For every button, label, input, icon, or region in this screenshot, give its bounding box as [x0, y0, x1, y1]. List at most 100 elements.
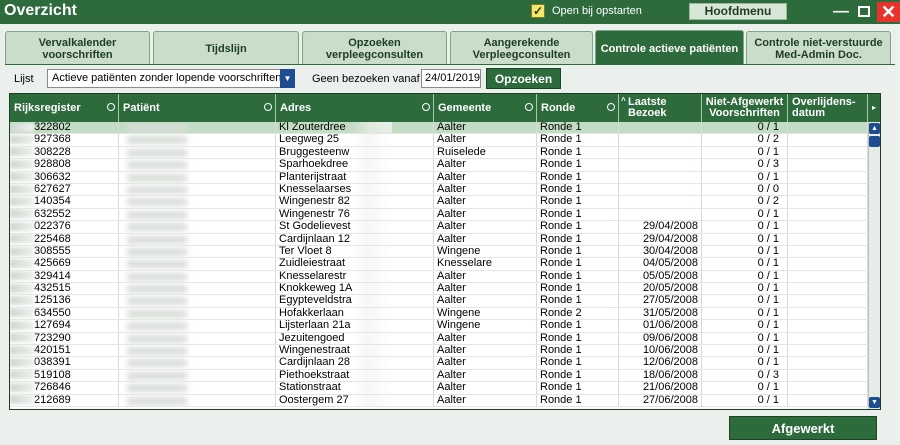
table-row[interactable]: 420151 Wingenestraat Aalter Ronde 1 10/06/20…	[10, 345, 868, 358]
cell-laatste-bezoek: 20/05/2008	[619, 283, 702, 295]
cell-patient	[119, 270, 276, 283]
tab-controle-actieve-patienten[interactable]: Controle actieve patiënten	[595, 30, 744, 65]
table-row[interactable]: 140354 Wingenestr 82 Aalter Ronde 1 0 / 2	[10, 196, 868, 209]
cell-niet-afgewerkt: 0 / 1	[702, 307, 788, 320]
col-overlijdensdatum[interactable]: Overlijdens-datum	[788, 94, 868, 122]
table-row[interactable]: 632552 Wingenestr 76 Aalter Ronde 1 0 / 1	[10, 208, 868, 222]
tab-vervalkalender[interactable]: Vervalkalender voorschriften	[5, 31, 150, 65]
cell-gemeente: Aalter	[434, 159, 537, 171]
table-row[interactable]: 627627 Knesselaarses Aalter Ronde 1 0 / 0	[10, 183, 868, 197]
cell-ronde: Ronde 1	[537, 357, 619, 369]
cell-adres: Leegweg 25	[276, 134, 434, 146]
table-row[interactable]: 927368 Leegweg 25 Aalter Ronde 1 0 / 2	[10, 134, 868, 147]
table-row[interactable]: 322802 Kl Zouterdree Aalter Ronde 1 0 / 1	[10, 122, 868, 135]
col-patient[interactable]: Patiënt	[119, 94, 276, 122]
redacted-name	[127, 148, 187, 157]
table-row[interactable]: 329414 Knesselarestr Aalter Ronde 1 05/05/20…	[10, 270, 868, 284]
table-row[interactable]: 634550 Hofakkerlaan Wingene Ronde 2 31/05/20…	[10, 307, 868, 321]
cell-ronde: Ronde 2	[537, 307, 619, 320]
search-icon[interactable]	[107, 103, 115, 114]
cell-niet-afgewerkt: 0 / 2	[702, 196, 788, 208]
search-button[interactable]: Opzoeken	[486, 68, 561, 89]
cell-laatste-bezoek: 27/05/2008	[619, 295, 702, 307]
cell-ronde: Ronde 1	[537, 233, 619, 245]
scroll-thumb[interactable]	[869, 136, 880, 147]
list-select[interactable]: Actieve patiënten zonder lopende voorsch…	[47, 69, 295, 88]
table-row[interactable]: 022376 St Godelievest Aalter Ronde 1 29/04/2…	[10, 221, 868, 234]
table-row[interactable]: 723290 Jezuitengoed Aalter Ronde 1 09/06/200…	[10, 332, 868, 346]
table-row[interactable]: 432515 Knokkeweg 1A Aalter Ronde 1 20/05/200…	[10, 283, 868, 296]
cell-rijksregister: 225468	[10, 233, 119, 245]
cell-overlijdensdatum	[788, 283, 868, 295]
cell-gemeente: Aalter	[434, 270, 537, 283]
close-icon[interactable]: ✕	[877, 2, 900, 22]
cell-patient	[119, 171, 276, 183]
minimize-icon[interactable]: —	[831, 2, 851, 22]
table-row[interactable]: 519108 Piethoekstraat Aalter Ronde 1 18/06/2…	[10, 369, 868, 383]
search-icon[interactable]	[607, 103, 615, 114]
cell-patient	[119, 208, 276, 221]
table-row[interactable]: 212689 Oostergem 27 Aalter Ronde 1 27/06/200…	[10, 394, 868, 407]
tab-controle-niet-verstuurde[interactable]: Controle niet-verstuurde Med-Admin Doc.	[746, 31, 891, 65]
cell-gemeente: Aalter	[434, 183, 537, 196]
redacted-prefix	[10, 345, 34, 355]
open-at-startup-checkbox[interactable]: ✓	[531, 4, 545, 18]
scroll-up-icon[interactable]: ▲	[869, 123, 880, 134]
cell-overlijdensdatum	[788, 245, 868, 258]
table-row[interactable]: 726846 Stationstraat Aalter Ronde 1 21/06/20…	[10, 382, 868, 395]
search-icon[interactable]	[422, 103, 430, 114]
table-row[interactable]: 928808 Sparhoekdree Aalter Ronde 1 0 / 3	[10, 159, 868, 172]
cell-niet-afgewerkt: 0 / 3	[702, 369, 788, 382]
redacted-address	[352, 196, 392, 208]
table-row[interactable]: 125136 Egypteveldstra Aalter Ronde 1 27/05/2…	[10, 295, 868, 308]
cell-niet-afgewerkt: 0 / 1	[702, 295, 788, 307]
cell-overlijdensdatum	[788, 295, 868, 307]
cell-gemeente: Aalter	[434, 283, 537, 295]
redacted-name	[127, 124, 187, 132]
col-ronde[interactable]: Ronde	[537, 94, 619, 122]
cell-ronde: Ronde 1	[537, 171, 619, 183]
vertical-scrollbar[interactable]: ▲ ▼	[868, 122, 880, 409]
main-menu-button[interactable]: Hoofdmenu	[689, 3, 787, 20]
cell-gemeente: Aalter	[434, 221, 537, 233]
col-gemeente[interactable]: Gemeente	[434, 94, 537, 122]
col-adres[interactable]: Adres	[276, 94, 434, 122]
table-row[interactable]: 308228 Bruggesteenw Ruiselede Ronde 1 0 / 1	[10, 146, 868, 160]
cell-laatste-bezoek: 12/06/2008	[619, 357, 702, 369]
search-icon[interactable]	[525, 103, 533, 114]
redacted-prefix	[10, 221, 34, 231]
redacted-address	[352, 245, 392, 258]
redacted-prefix	[10, 184, 34, 194]
cell-rijksregister: 425669	[10, 258, 119, 270]
cell-rijksregister: 125136	[10, 295, 119, 307]
tab-opzoeken-verpleegconsulten[interactable]: Opzoeken verpleegconsulten	[302, 31, 447, 65]
maximize-icon[interactable]	[854, 2, 874, 22]
cell-patient	[119, 295, 276, 307]
cell-rijksregister: 627627	[10, 183, 119, 196]
col-rijksregister[interactable]: Rijksregister	[10, 94, 119, 122]
filter-bar: Lijst Actieve patiënten zonder lopende v…	[0, 68, 900, 90]
cell-ronde: Ronde 1	[537, 159, 619, 171]
table-row[interactable]: 308555 Ter Vloet 8 Wingene Ronde 1 30/04/200…	[10, 245, 868, 259]
col-niet-afgewerkt[interactable]: Niet-Afgewerkt Voorschriften	[702, 94, 788, 122]
table-row[interactable]: 425669 Zuidleiestraat Knesselare Ronde 1 04/…	[10, 258, 868, 271]
tab-aangerekende-verpleegconsulten[interactable]: Aangerekende Verpleegconsulten	[450, 31, 593, 65]
table-row[interactable]: 225468 Cardijnlaan 12 Aalter Ronde 1 29/04/2…	[10, 233, 868, 246]
col-laatste-bezoek[interactable]: ^ Laatste Bezoek	[619, 94, 702, 122]
date-field[interactable]: 24/01/2019	[421, 69, 481, 88]
search-icon[interactable]	[264, 103, 272, 114]
cell-niet-afgewerkt: 0 / 1	[702, 345, 788, 357]
cell-patient	[119, 233, 276, 245]
table-row[interactable]: 127694 Lijsterlaan 21a Wingene Ronde 1 01/06…	[10, 320, 868, 333]
cell-laatste-bezoek: 27/06/2008	[619, 394, 702, 406]
chevron-down-icon[interactable]: ▼	[280, 69, 295, 88]
scroll-down-icon[interactable]: ▼	[869, 397, 880, 408]
table-row[interactable]: 038391 Cardijnlaan 28 Aalter Ronde 1 12/06/2…	[10, 357, 868, 370]
tab-tijdslijn[interactable]: Tijdslijn	[153, 31, 299, 65]
cell-ronde: Ronde 1	[537, 258, 619, 270]
table-row[interactable]: 306632 Planterijstraat Aalter Ronde 1 0 / 1	[10, 171, 868, 184]
redacted-address	[352, 146, 392, 159]
done-button[interactable]: Afgewerkt	[729, 416, 877, 440]
cell-overlijdensdatum	[788, 208, 868, 221]
scroll-right-icon[interactable]: ▸	[869, 101, 879, 115]
